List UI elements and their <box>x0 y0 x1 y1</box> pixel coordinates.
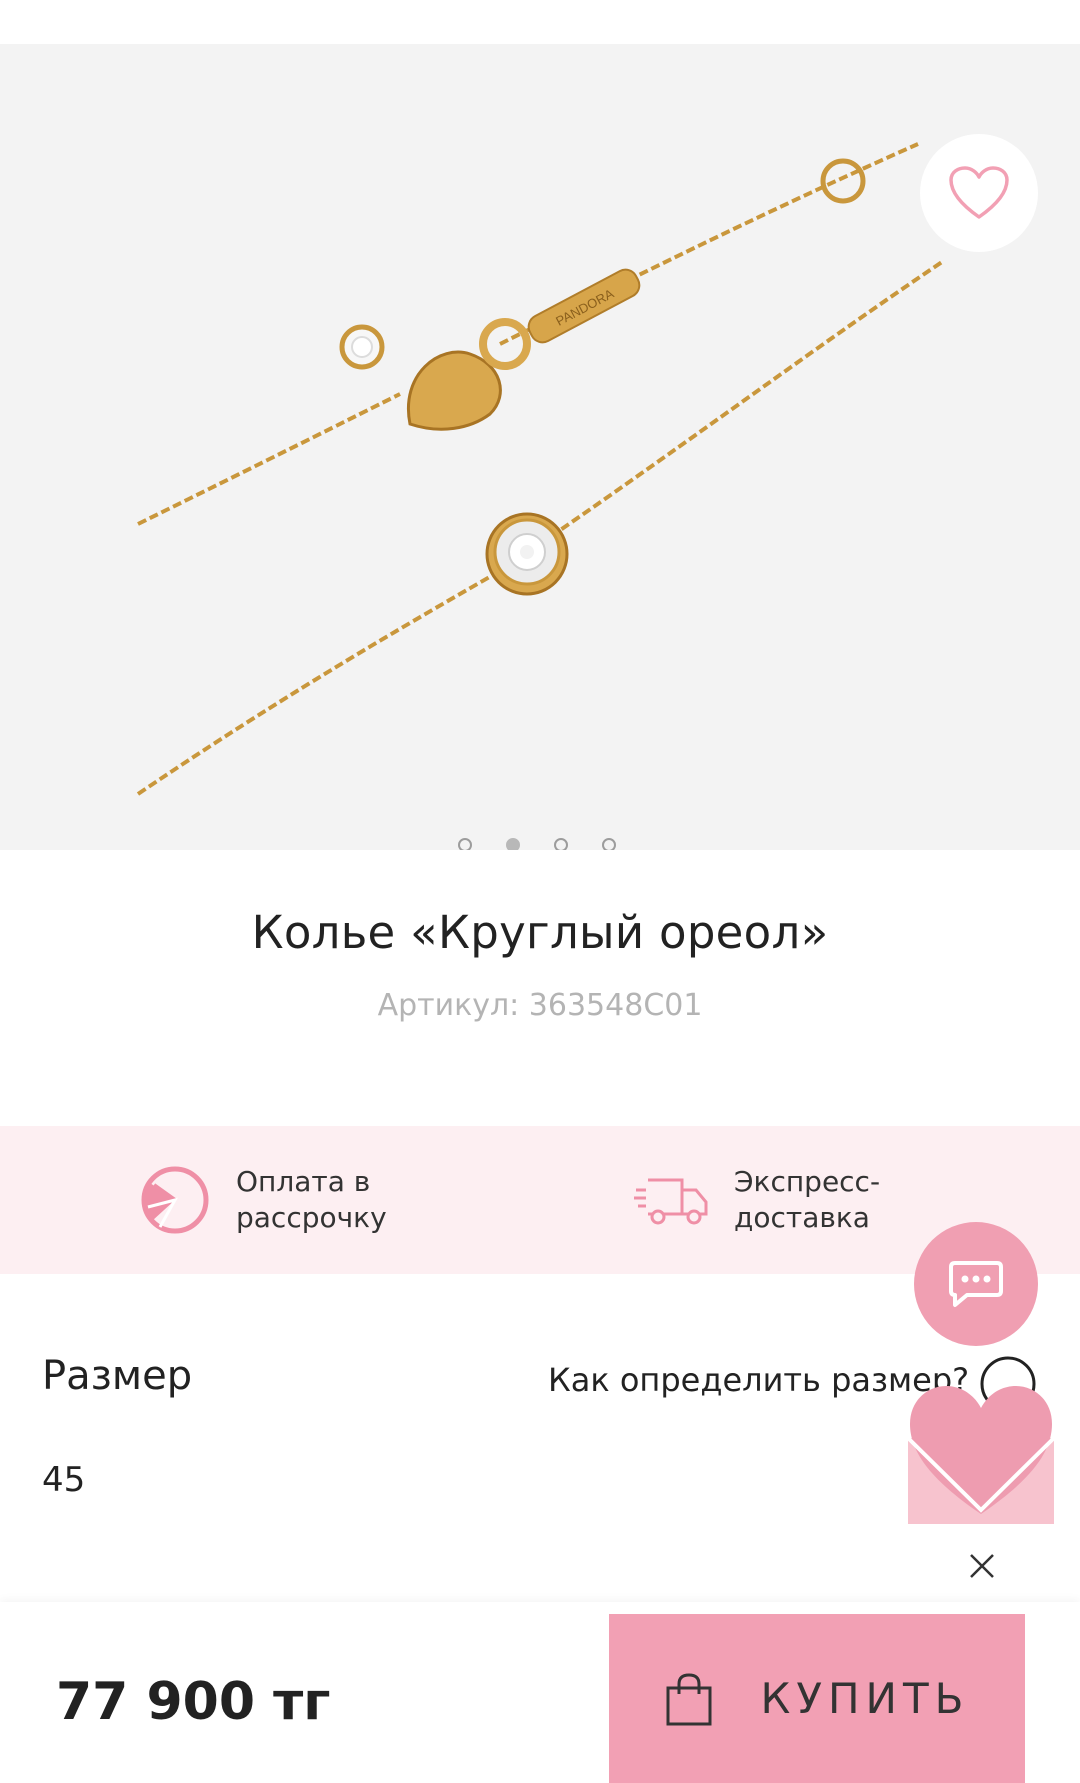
installment-pie-icon <box>141 1166 209 1234</box>
product-gallery[interactable]: PANDORA <box>0 44 1080 850</box>
benefit-installment-label: Оплата в рассрочку <box>236 1165 387 1234</box>
benefit-delivery[interactable]: Экспресс-доставка <box>634 1126 904 1274</box>
pagination-dot[interactable] <box>602 838 616 850</box>
pagination-dot-active[interactable] <box>506 838 520 850</box>
purchase-bar: 77 900 тг КУПИТЬ <box>0 1602 1080 1783</box>
benefit-installment[interactable]: Оплата в рассрочку <box>136 1126 406 1274</box>
size-label: Размер <box>42 1353 193 1399</box>
gallery-pagination <box>0 838 1080 850</box>
necklace-product-photo: PANDORA <box>136 142 944 796</box>
product-sku: Артикул: 363548C01 <box>377 988 703 1023</box>
product-title: Колье «Круглый ореол» <box>251 906 829 959</box>
heart-envelope-icon[interactable] <box>908 1378 1054 1524</box>
benefits-strip: Оплата в рассрочку Экспресс-доставка <box>0 1126 1080 1274</box>
size-value[interactable]: 45 <box>42 1460 85 1500</box>
heart-outline-icon <box>949 166 1009 219</box>
close-icon[interactable] <box>968 1552 996 1580</box>
wishlist-button[interactable] <box>920 134 1038 252</box>
chat-button[interactable] <box>914 1222 1038 1346</box>
shopping-bag-icon <box>666 1672 712 1725</box>
benefit-delivery-label: Экспресс-доставка <box>734 1165 881 1234</box>
pagination-dot[interactable] <box>458 838 472 850</box>
pagination-dot[interactable] <box>554 838 568 850</box>
product-price: 77 900 тг <box>56 1672 331 1732</box>
buy-button-label: КУПИТЬ <box>760 1674 970 1723</box>
delivery-truck-icon <box>634 1178 708 1225</box>
size-guide-link[interactable]: Как определить размер? <box>548 1361 969 1399</box>
chat-bubble-icon <box>949 1261 1003 1307</box>
buy-button[interactable]: КУПИТЬ <box>609 1614 1025 1783</box>
